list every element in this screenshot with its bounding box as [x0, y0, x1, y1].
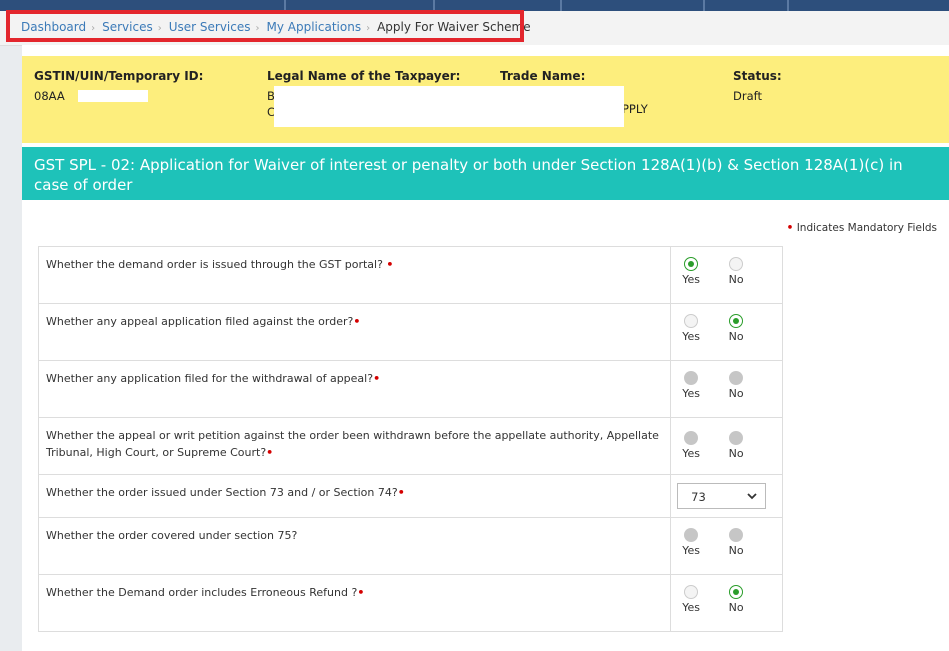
radio-circle-disabled[interactable] [729, 528, 744, 542]
radio-no[interactable]: No [721, 257, 751, 286]
answer-cell: 73 [671, 475, 782, 517]
section-select[interactable]: 73 [677, 483, 767, 509]
question-row: Whether the appeal or writ petition agai… [38, 418, 783, 475]
trade-name-value-wrap: PPLY [622, 102, 648, 116]
question-text: Whether the Demand order includes Errone… [39, 575, 672, 631]
chevron-down-icon [746, 487, 758, 508]
question-label: Whether any appeal application filed aga… [46, 315, 354, 328]
radio-yes[interactable]: Yes [676, 314, 706, 343]
status-value: Draft [733, 89, 762, 103]
radio-no-label: No [728, 330, 744, 343]
question-text: Whether the order issued under Section 7… [39, 475, 672, 517]
form-title: GST SPL - 02: Application for Waiver of … [34, 156, 903, 194]
question-label: Whether the Demand order includes Errone… [46, 586, 358, 599]
radio-no-label: No [728, 447, 744, 460]
radio-yes[interactable]: Yes [676, 528, 706, 557]
question-row: Whether any application filed for the wi… [38, 361, 783, 418]
question-row: Whether the order covered under section … [38, 518, 783, 575]
question-text: Whether the order covered under section … [39, 518, 672, 574]
radio-yes-label: Yes [682, 273, 701, 286]
radio-no[interactable]: No [721, 528, 751, 557]
redaction-mask [78, 90, 148, 102]
question-label: Whether the order issued under Section 7… [46, 486, 398, 499]
radio-no[interactable]: No [721, 314, 751, 343]
radio-yes-label: Yes [682, 387, 701, 400]
taxpayer-info-bar: GSTIN/UIN/Temporary ID: 08AA Legal Name … [22, 56, 949, 143]
radio-circle-disabled[interactable] [729, 431, 744, 445]
radio-no-label: No [728, 601, 744, 614]
radio-yes[interactable]: Yes [676, 371, 706, 400]
radio-circle-selected[interactable] [729, 314, 744, 328]
status-label: Status: [733, 69, 782, 83]
radio-circle[interactable] [729, 257, 744, 271]
question-label: Whether the appeal or writ petition agai… [46, 429, 659, 459]
answer-cell: Yes No [671, 518, 782, 574]
answer-cell: Yes No [671, 304, 782, 360]
radio-yes-label: Yes [682, 544, 701, 557]
radio-no-label: No [728, 387, 744, 400]
radio-circle[interactable] [684, 314, 699, 328]
question-row: Whether the demand order is issued throu… [38, 246, 783, 304]
radio-no[interactable]: No [721, 371, 751, 400]
radio-circle-disabled[interactable] [684, 371, 699, 385]
radio-yes-label: Yes [682, 447, 701, 460]
question-label: Whether the order covered under section … [46, 529, 298, 542]
gstin-label: GSTIN/UIN/Temporary ID: [34, 69, 204, 83]
questions-table: Whether the demand order is issued throu… [38, 246, 783, 632]
section-select-value: 73 [691, 490, 706, 504]
radio-circle-disabled[interactable] [729, 371, 744, 385]
trade-name-block: Trade Name: [500, 69, 585, 83]
question-text: Whether the demand order is issued throu… [39, 247, 672, 303]
radio-circle[interactable] [684, 585, 699, 599]
question-row: Whether any appeal application filed aga… [38, 304, 783, 361]
question-label: Whether any application filed for the wi… [46, 372, 374, 385]
answer-cell: Yes No [671, 418, 782, 474]
mandatory-marker: • [357, 586, 365, 599]
nav-divider [560, 0, 562, 11]
radio-no[interactable]: No [721, 431, 751, 460]
mandatory-marker: • [266, 446, 274, 459]
question-text: Whether any application filed for the wi… [39, 361, 672, 417]
mandatory-marker: • [386, 258, 394, 271]
mandatory-marker: • [397, 486, 405, 499]
redaction-mask [274, 86, 624, 127]
radio-no[interactable]: No [721, 585, 751, 614]
highlight-annotation-box [6, 10, 524, 42]
radio-circle-selected[interactable] [729, 585, 744, 599]
radio-circle-selected[interactable] [684, 257, 699, 271]
nav-divider [703, 0, 705, 11]
mandatory-note: • Indicates Mandatory Fields [787, 222, 937, 234]
question-text: Whether any appeal application filed aga… [39, 304, 672, 360]
answer-cell: Yes No [671, 575, 782, 631]
radio-circle-disabled[interactable] [684, 431, 699, 445]
radio-no-label: No [728, 544, 744, 557]
trade-name-value: PPLY [622, 102, 648, 116]
main-content: GSTIN/UIN/Temporary ID: 08AA Legal Name … [22, 45, 949, 651]
radio-circle-disabled[interactable] [684, 528, 699, 542]
radio-no-label: No [728, 273, 744, 286]
answer-cell: Yes No [671, 247, 782, 303]
form-title-bar: GST SPL - 02: Application for Waiver of … [22, 147, 949, 200]
mandatory-note-text: Indicates Mandatory Fields [796, 222, 937, 234]
question-row: Whether the Demand order includes Errone… [38, 575, 783, 632]
radio-yes-label: Yes [682, 330, 701, 343]
radio-yes[interactable]: Yes [676, 431, 706, 460]
legal-name-label: Legal Name of the Taxpayer: [267, 69, 461, 83]
trade-name-label: Trade Name: [500, 69, 586, 83]
question-label: Whether the demand order is issued throu… [46, 258, 383, 271]
radio-yes[interactable]: Yes [676, 257, 706, 286]
mandatory-marker: • [786, 222, 794, 234]
status-block: Status: Draft [733, 69, 782, 103]
nav-divider [787, 0, 789, 11]
mandatory-marker: • [373, 372, 381, 385]
question-row: Whether the order issued under Section 7… [38, 475, 783, 518]
mandatory-marker: • [353, 315, 361, 328]
question-text: Whether the appeal or writ petition agai… [39, 418, 672, 474]
answer-cell: Yes No [671, 361, 782, 417]
radio-yes[interactable]: Yes [676, 585, 706, 614]
radio-yes-label: Yes [682, 601, 701, 614]
